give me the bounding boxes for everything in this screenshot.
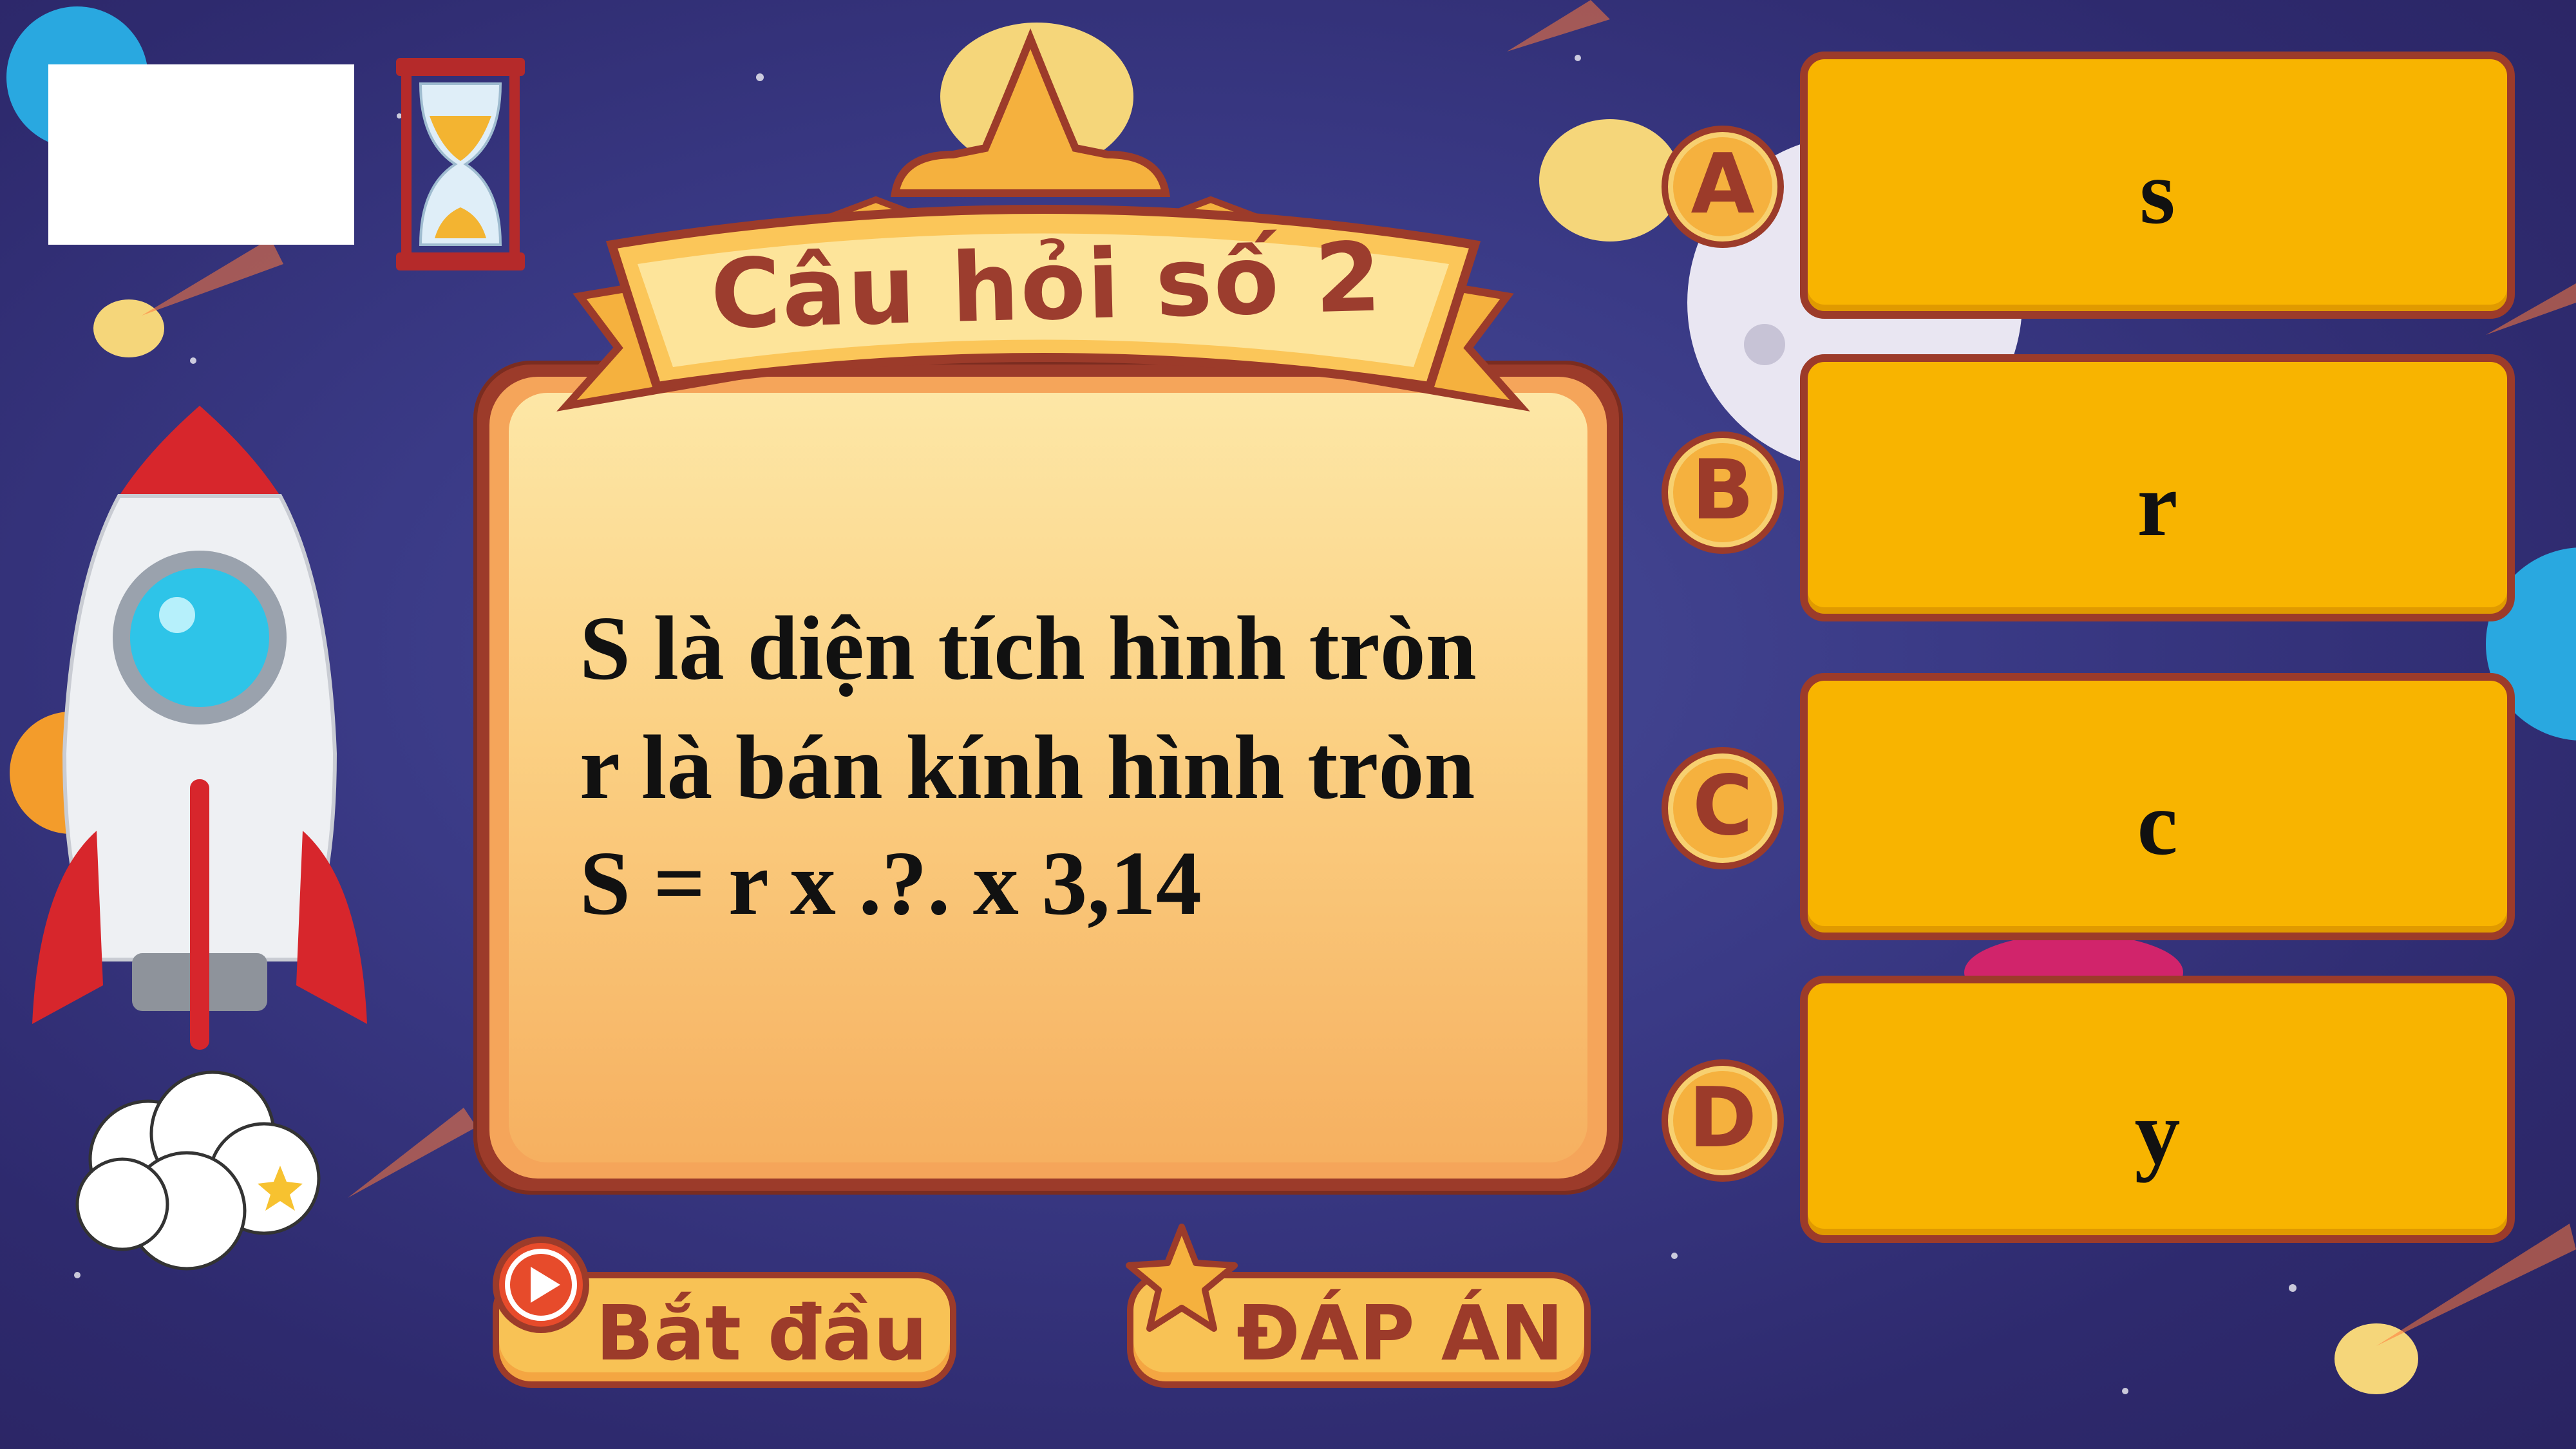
play-icon[interactable] xyxy=(489,1233,592,1336)
answer-c-button[interactable]: c xyxy=(1800,673,2515,940)
answer-c-letter: C xyxy=(1692,758,1753,854)
answer-d-text: y xyxy=(2134,1081,2181,1183)
hourglass-icon xyxy=(396,58,525,270)
answer-b-badge[interactable]: B xyxy=(1662,431,1784,554)
answer-a-badge[interactable]: A xyxy=(1662,126,1784,248)
answer-b-letter: B xyxy=(1691,442,1754,538)
question-line-3: S = r x .?. x 3,14 xyxy=(580,832,1202,934)
answer-c-badge[interactable]: C xyxy=(1662,747,1784,869)
question-line-1: S là diện tích hình tròn xyxy=(580,597,1477,699)
answer-d-letter: D xyxy=(1688,1070,1757,1166)
rocket-icon xyxy=(32,406,367,1271)
question-line-2: r là bán kính hình tròn xyxy=(580,716,1475,818)
question-title: Câu hỏi số 2 xyxy=(709,222,1384,350)
answer-c-text: c xyxy=(2137,772,2178,874)
answer-a-letter: A xyxy=(1690,137,1755,232)
star-icon xyxy=(1126,1224,1238,1332)
answer-b-text: r xyxy=(2137,453,2178,555)
answer-b-button[interactable]: r xyxy=(1800,354,2515,621)
start-button-label: Bắt đầu xyxy=(596,1289,928,1378)
answer-a-text: s xyxy=(2139,141,2175,243)
timer-display xyxy=(48,64,354,245)
answer-a-button[interactable]: s xyxy=(1800,52,2515,319)
game-stage: Câu hỏi số 2 S là diện tích hình tròn r … xyxy=(0,0,2576,1449)
answer-d-badge[interactable]: D xyxy=(1662,1059,1784,1182)
show-answer-label: ĐÁP ÁN xyxy=(1236,1289,1564,1378)
answer-d-button[interactable]: y xyxy=(1800,976,2515,1243)
